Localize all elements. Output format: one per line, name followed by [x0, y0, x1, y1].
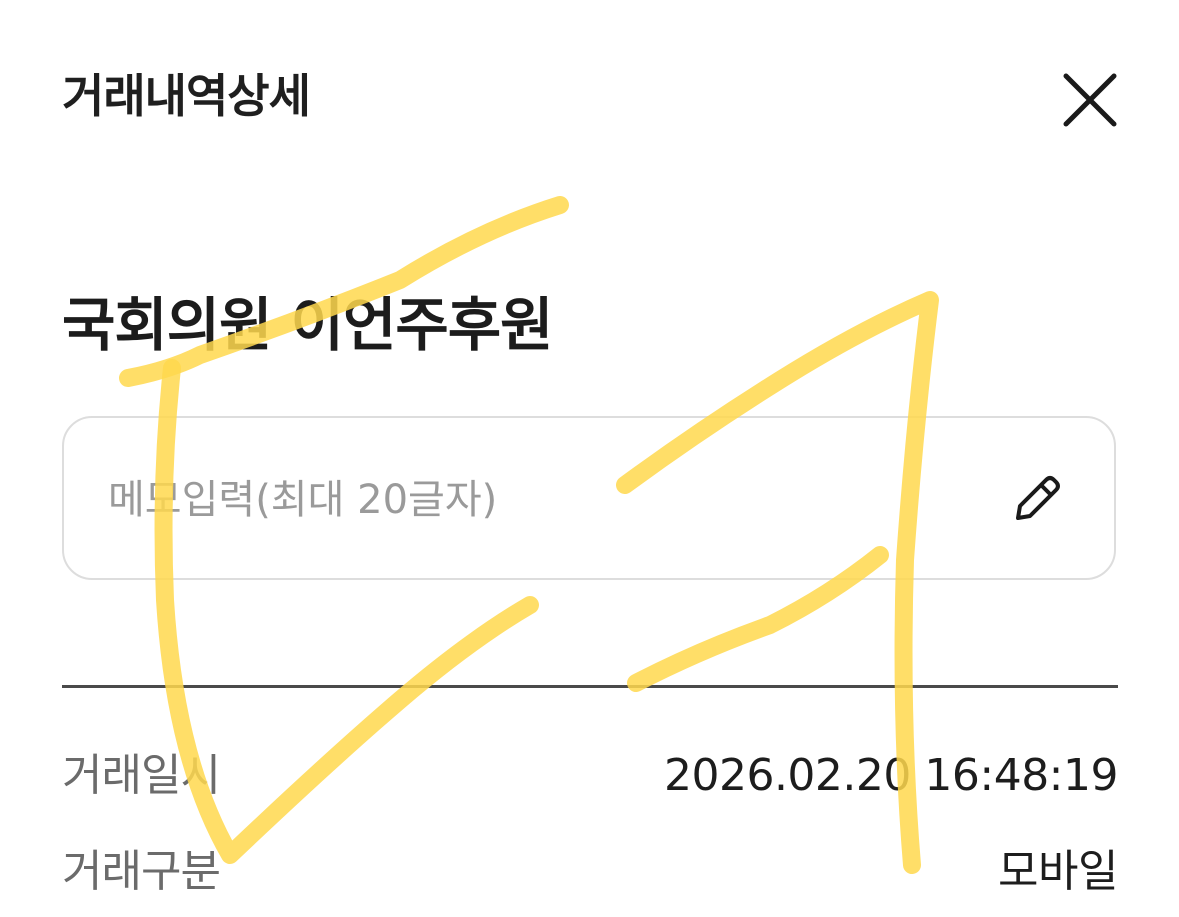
- detail-row-datetime: 거래일시 2026.02.20 16:48:19: [62, 746, 1119, 806]
- pencil-icon: [1016, 476, 1060, 520]
- detail-value: 모바일: [998, 846, 1118, 897]
- detail-label: 거래구분: [62, 846, 221, 897]
- page-title: 거래내역상세: [62, 69, 311, 123]
- detail-label: 거래일시: [62, 750, 221, 801]
- edit-memo-button[interactable]: [1000, 468, 1072, 532]
- section-divider: [62, 685, 1118, 688]
- close-button[interactable]: [1052, 62, 1128, 138]
- memo-field: [62, 416, 1116, 580]
- detail-value: 2026.02.20 16:48:19: [663, 750, 1119, 801]
- close-icon: [1063, 73, 1117, 127]
- memo-input[interactable]: [108, 468, 928, 532]
- merchant-name: 국회의원 이언주후원: [62, 291, 553, 359]
- detail-row-type: 거래구분 모바일: [62, 842, 1118, 902]
